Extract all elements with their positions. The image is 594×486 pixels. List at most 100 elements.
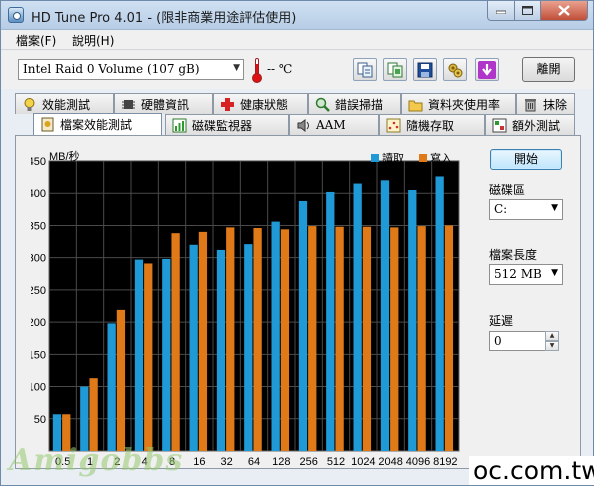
close-button[interactable] bbox=[540, 1, 588, 21]
bar-write bbox=[362, 226, 372, 451]
tab-row-bottom: 檔案效能測試 磁碟監視器 AAM 隨機存取 額外測試 bbox=[15, 113, 575, 135]
save-icon bbox=[417, 62, 433, 77]
tab-folder-usage[interactable]: 資料夾使用率 bbox=[401, 93, 516, 114]
x-tick-label: 64 bbox=[248, 456, 260, 468]
legend-label: 寫入 bbox=[430, 151, 452, 165]
bar-read bbox=[80, 386, 89, 451]
monitor-bars-icon bbox=[172, 118, 187, 133]
app-window: HD Tune Pro 4.01 - (限非商業用途評估使用) 檔案(F) 說明… bbox=[0, 0, 594, 486]
tab-disk-monitor[interactable]: 磁碟監視器 bbox=[165, 114, 289, 135]
download-icon bbox=[478, 60, 496, 79]
file-length-label: 檔案長度 bbox=[489, 248, 538, 262]
app-icon bbox=[8, 7, 24, 23]
extra-tests-icon bbox=[492, 118, 507, 133]
bar-write bbox=[308, 226, 317, 451]
bar-write bbox=[390, 227, 399, 451]
folder-icon bbox=[408, 97, 423, 112]
tab-hardware-info[interactable]: 硬體資訊 bbox=[114, 93, 213, 114]
bar-read bbox=[380, 180, 390, 452]
tab-random-access[interactable]: 隨機存取 bbox=[379, 114, 485, 135]
tab-benchmark[interactable]: 效能測試 bbox=[15, 93, 114, 114]
chip-icon bbox=[121, 97, 136, 112]
speaker-icon bbox=[296, 118, 311, 133]
y-tick-label: 200 bbox=[31, 317, 46, 329]
tab-label: 檔案效能測試 bbox=[60, 118, 133, 132]
y-tick-label: 400 bbox=[31, 188, 46, 200]
y-tick-label: 150 bbox=[31, 349, 46, 361]
health-cross-icon bbox=[220, 97, 235, 112]
y-tick-label: 50 bbox=[34, 414, 46, 426]
tab-aam[interactable]: AAM bbox=[289, 114, 379, 135]
save-button[interactable] bbox=[413, 58, 437, 81]
bar-write bbox=[116, 309, 126, 451]
tab-label: 硬體資訊 bbox=[141, 97, 190, 112]
bar-read bbox=[353, 183, 362, 452]
minimize-button[interactable] bbox=[487, 1, 515, 21]
title-bar[interactable]: HD Tune Pro 4.01 - (限非商業用途評估使用) bbox=[1, 1, 593, 30]
x-tick-label: 2048 bbox=[378, 456, 402, 468]
tab-label: AAM bbox=[316, 118, 346, 132]
tab-label: 隨機存取 bbox=[406, 118, 455, 133]
thermometer-icon bbox=[252, 58, 262, 83]
bar-read bbox=[216, 249, 226, 451]
file-length-select[interactable]: 512 MB ▼ bbox=[489, 264, 563, 285]
tab-error-scan[interactable]: 錯誤掃描 bbox=[308, 93, 401, 114]
watermark: Amigobbs bbox=[9, 443, 184, 478]
chevron-down-icon: ▼ bbox=[551, 203, 558, 213]
trash-icon bbox=[523, 97, 538, 112]
temperature-value: -- ℃ bbox=[267, 62, 293, 76]
lightbulb-icon bbox=[22, 97, 37, 112]
maximize-icon bbox=[522, 6, 533, 15]
bar-write bbox=[280, 229, 290, 451]
benchmark-chart: 50100150200250300350400450MB/秒0.51248163… bbox=[31, 149, 460, 468]
site-watermark: oc.com.tw bbox=[469, 456, 594, 485]
tab-label: 抹除 bbox=[543, 97, 568, 112]
menu-help[interactable]: 說明(H) bbox=[72, 32, 114, 49]
bar-write bbox=[335, 226, 344, 451]
delay-input[interactable]: 0 bbox=[489, 331, 547, 351]
y-axis-label: MB/秒 bbox=[49, 149, 80, 163]
options-button[interactable] bbox=[443, 58, 467, 81]
options-icon bbox=[448, 63, 463, 77]
toolbar: Intel Raid 0 Volume (107 gB) ▼ -- ℃ 離開 bbox=[1, 51, 593, 89]
y-tick-label: 300 bbox=[31, 253, 46, 265]
start-button[interactable]: 開始 bbox=[490, 149, 562, 170]
menu-bar: 檔案(F) 說明(H) bbox=[1, 30, 593, 50]
bar-write bbox=[226, 227, 235, 451]
bar-write bbox=[144, 263, 153, 451]
tab-label: 額外測試 bbox=[512, 118, 561, 133]
menu-file[interactable]: 檔案(F) bbox=[16, 32, 56, 49]
x-tick-label: 8192 bbox=[433, 456, 457, 468]
maximize-button[interactable] bbox=[514, 1, 541, 21]
tab-label: 健康狀態 bbox=[240, 97, 289, 112]
bar-write bbox=[417, 226, 426, 451]
tab-extra-tests[interactable]: 額外測試 bbox=[485, 114, 575, 135]
bar-read bbox=[435, 176, 444, 451]
x-tick-label: 256 bbox=[299, 456, 317, 468]
chevron-down-icon: ▼ bbox=[233, 63, 240, 73]
drive-select[interactable]: C: ▼ bbox=[489, 199, 563, 220]
tab-label: 錯誤掃描 bbox=[335, 97, 384, 112]
copy-screenshot-button[interactable] bbox=[383, 58, 407, 81]
drive-select-value: C: bbox=[494, 202, 508, 216]
bar-read bbox=[326, 191, 335, 451]
bar-read bbox=[107, 323, 116, 451]
copy-text-button[interactable] bbox=[353, 58, 377, 81]
minimize-icon bbox=[496, 10, 506, 14]
tab-file-benchmark[interactable]: 檔案效能測試 bbox=[33, 113, 162, 135]
drive-dropdown[interactable]: Intel Raid 0 Volume (107 gB) ▼ bbox=[18, 59, 244, 80]
bar-read bbox=[162, 258, 171, 451]
spin-down-button[interactable]: ▼ bbox=[545, 341, 559, 351]
exit-button[interactable]: 離開 bbox=[522, 57, 575, 82]
download-button[interactable] bbox=[475, 58, 499, 81]
spin-up-button[interactable]: ▲ bbox=[545, 331, 559, 341]
x-tick-label: 128 bbox=[272, 456, 290, 468]
y-tick-label: 100 bbox=[31, 382, 46, 394]
close-icon bbox=[558, 5, 570, 16]
x-tick-label: 16 bbox=[193, 456, 205, 468]
window-title: HD Tune Pro 4.01 - (限非商業用途評估使用) bbox=[31, 11, 297, 26]
x-tick-label: 512 bbox=[327, 456, 345, 468]
tab-erase[interactable]: 抹除 bbox=[516, 93, 575, 114]
bar-write bbox=[171, 233, 180, 451]
tab-health[interactable]: 健康狀態 bbox=[213, 93, 308, 114]
